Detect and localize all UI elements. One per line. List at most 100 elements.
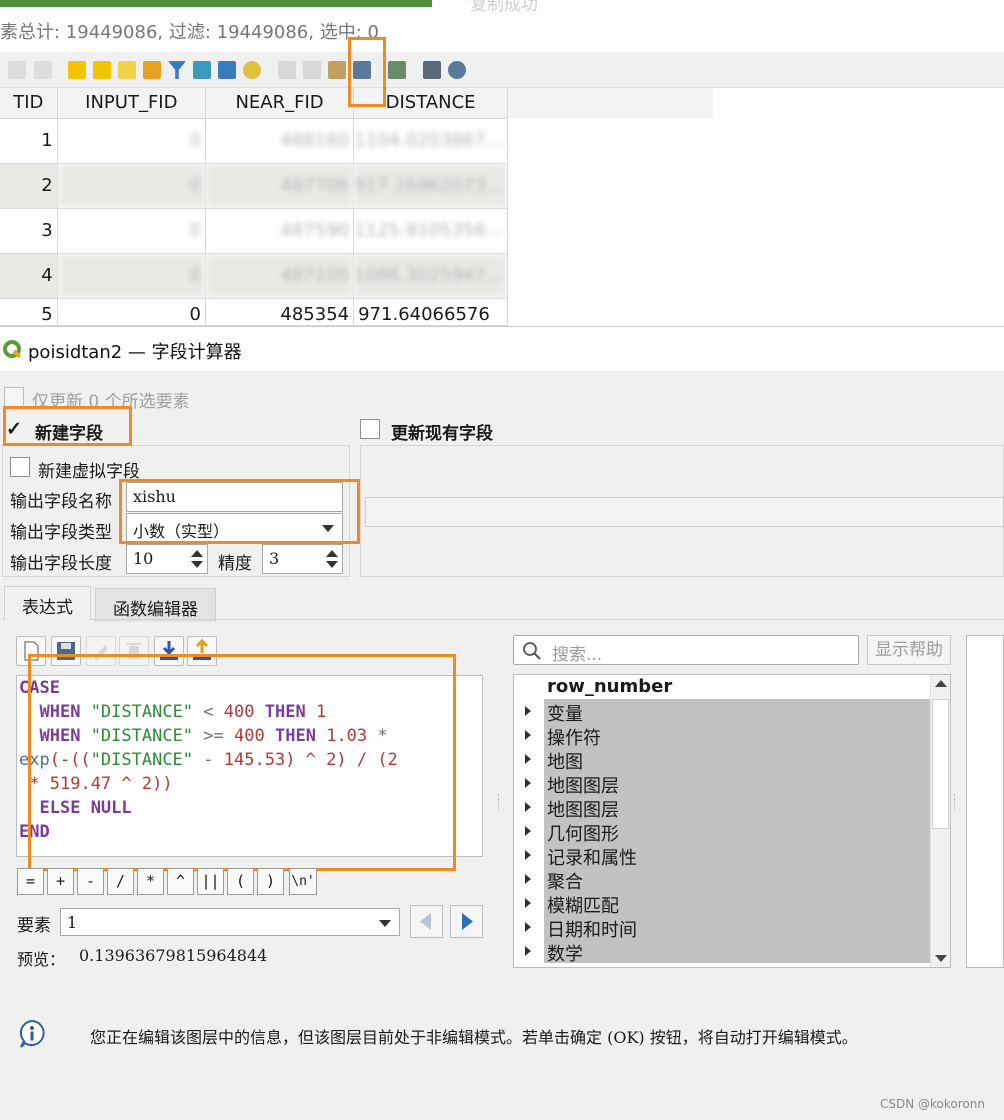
column-header-near-fid[interactable]: NEAR_FID	[205, 88, 355, 119]
update-existing-checkbox[interactable]	[360, 419, 380, 439]
expand-arrow-icon[interactable]	[525, 898, 531, 908]
spin-up-icon[interactable]	[191, 550, 203, 557]
operator-button[interactable]: -	[77, 868, 104, 895]
zoom-to-selection-icon[interactable]	[243, 61, 261, 79]
list-item[interactable]: 地图图层	[514, 771, 930, 797]
table-row[interactable]: 4 0 487105 1086.3025947...	[0, 253, 508, 299]
expand-arrow-icon[interactable]	[525, 922, 531, 932]
table-cell[interactable]: 971.64066576	[353, 298, 508, 326]
table-cell[interactable]: 1104.0203867...	[353, 118, 508, 164]
list-item[interactable]: 地图	[514, 747, 930, 773]
scroll-up-icon[interactable]	[935, 680, 947, 687]
table-cell[interactable]: 487105	[205, 253, 355, 299]
dock-icon[interactable]	[423, 61, 441, 79]
table-cell[interactable]: 917.16962073...	[353, 163, 508, 209]
expand-arrow-icon[interactable]	[525, 946, 531, 956]
move-selection-top-icon[interactable]	[193, 61, 211, 79]
select-by-expression-icon[interactable]	[68, 61, 86, 79]
operator-button[interactable]: *	[137, 868, 164, 895]
scrollbar-thumb[interactable]	[932, 699, 949, 829]
table-row[interactable]: 1 0 488160 1104.0203867...	[0, 118, 508, 164]
operator-button[interactable]: +	[47, 868, 74, 895]
table-cell[interactable]: 488160	[205, 118, 355, 164]
scroll-down-icon[interactable]	[935, 955, 947, 962]
new-field-icon[interactable]	[278, 61, 296, 79]
invert-selection-icon[interactable]	[118, 61, 136, 79]
table-cell[interactable]: 1	[0, 118, 58, 164]
expand-arrow-icon[interactable]	[525, 826, 531, 836]
table-cell[interactable]: 4	[0, 253, 58, 299]
expand-arrow-icon[interactable]	[525, 778, 531, 788]
expand-arrow-icon[interactable]	[525, 730, 531, 740]
table-row[interactable]: 2 0 487706 917.16962073...	[0, 163, 508, 209]
spin-down-icon[interactable]	[326, 561, 338, 568]
output-length-spinbox[interactable]: 10	[126, 544, 208, 574]
next-feature-button[interactable]	[450, 905, 483, 938]
function-list[interactable]: row_number 变量 操作符 地图 地图图层 地图图层 几何图形 记录和属…	[513, 674, 951, 968]
table-cell[interactable]: 0	[57, 208, 206, 254]
operator-button[interactable]: )	[257, 868, 284, 895]
table-cell[interactable]: 2	[0, 163, 58, 209]
expand-arrow-icon[interactable]	[525, 802, 531, 812]
table-cell[interactable]: 0	[57, 163, 206, 209]
list-item[interactable]: 几何图形	[514, 819, 930, 845]
filter-icon[interactable]	[168, 61, 186, 79]
column-header-tid[interactable]: TID	[0, 88, 58, 119]
feature-select[interactable]: 1	[60, 908, 400, 936]
edit-icon[interactable]	[328, 61, 346, 79]
expand-arrow-icon[interactable]	[525, 706, 531, 716]
expand-arrow-icon[interactable]	[525, 874, 531, 884]
splitter-handle[interactable]	[498, 794, 501, 810]
deselect-icon[interactable]	[143, 61, 161, 79]
table-cell[interactable]: 487590	[205, 208, 355, 254]
operator-button[interactable]: (	[227, 868, 254, 895]
table-row[interactable]: 5 0 485354 971.64066576	[0, 298, 508, 326]
table-cell[interactable]: 485354	[205, 298, 355, 326]
spin-down-icon[interactable]	[191, 561, 203, 568]
table-cell[interactable]: 5	[0, 298, 58, 326]
column-header-input-fid[interactable]: INPUT_FID	[57, 88, 206, 119]
list-item[interactable]: 日期和时间	[514, 915, 930, 941]
table-cell[interactable]: 1125.9105356...	[353, 208, 508, 254]
show-help-button[interactable]: 显示帮助	[867, 635, 951, 665]
new-virtual-field-checkbox[interactable]	[10, 457, 30, 477]
tab-function-editor[interactable]: 函数编辑器	[95, 588, 216, 622]
operator-button[interactable]: \n'	[289, 868, 317, 895]
table-cell[interactable]: 0	[57, 298, 206, 326]
list-item[interactable]: 变量	[514, 699, 930, 725]
operator-button[interactable]: ^	[167, 868, 194, 895]
pan-to-selection-icon[interactable]	[218, 61, 236, 79]
conditional-formatting-icon[interactable]	[388, 61, 406, 79]
operator-button[interactable]: =	[17, 868, 44, 895]
spin-up-icon[interactable]	[326, 550, 338, 557]
list-item[interactable]: 模糊匹配	[514, 891, 930, 917]
table-cell[interactable]: 0	[57, 253, 206, 299]
splitter-handle[interactable]	[954, 794, 957, 810]
vertical-scrollbar[interactable]	[930, 675, 950, 967]
table-cell[interactable]: 1086.3025947...	[353, 253, 508, 299]
table-row[interactable]: 3 0 487590 1125.9105356...	[0, 208, 508, 254]
delete-field-icon[interactable]	[303, 61, 321, 79]
list-item[interactable]: 数学	[514, 939, 930, 965]
expand-arrow-icon[interactable]	[525, 754, 531, 764]
precision-spinbox[interactable]: 3	[262, 544, 343, 574]
list-item[interactable]: 操作符	[514, 723, 930, 749]
table-cell[interactable]: 487706	[205, 163, 355, 209]
only-selected-checkbox[interactable]	[4, 387, 24, 407]
list-item[interactable]: row_number	[514, 675, 930, 699]
operator-button[interactable]: /	[107, 868, 134, 895]
previous-feature-button[interactable]	[410, 905, 443, 938]
list-item[interactable]: 地图图层	[514, 795, 930, 821]
actions-icon[interactable]	[448, 61, 466, 79]
table-cell[interactable]: 3	[0, 208, 58, 254]
tab-expression[interactable]: 表达式	[4, 586, 91, 620]
paste-icon[interactable]	[34, 61, 52, 79]
operator-button[interactable]: ||	[197, 868, 224, 895]
expand-arrow-icon[interactable]	[525, 850, 531, 860]
existing-field-select[interactable]	[365, 497, 1004, 527]
list-item[interactable]: 聚合	[514, 867, 930, 893]
function-search-input[interactable]: 搜索...	[513, 635, 859, 665]
select-all-icon[interactable]	[93, 61, 111, 79]
list-item[interactable]: 记录和属性	[514, 843, 930, 869]
copy-icon[interactable]	[8, 61, 26, 79]
